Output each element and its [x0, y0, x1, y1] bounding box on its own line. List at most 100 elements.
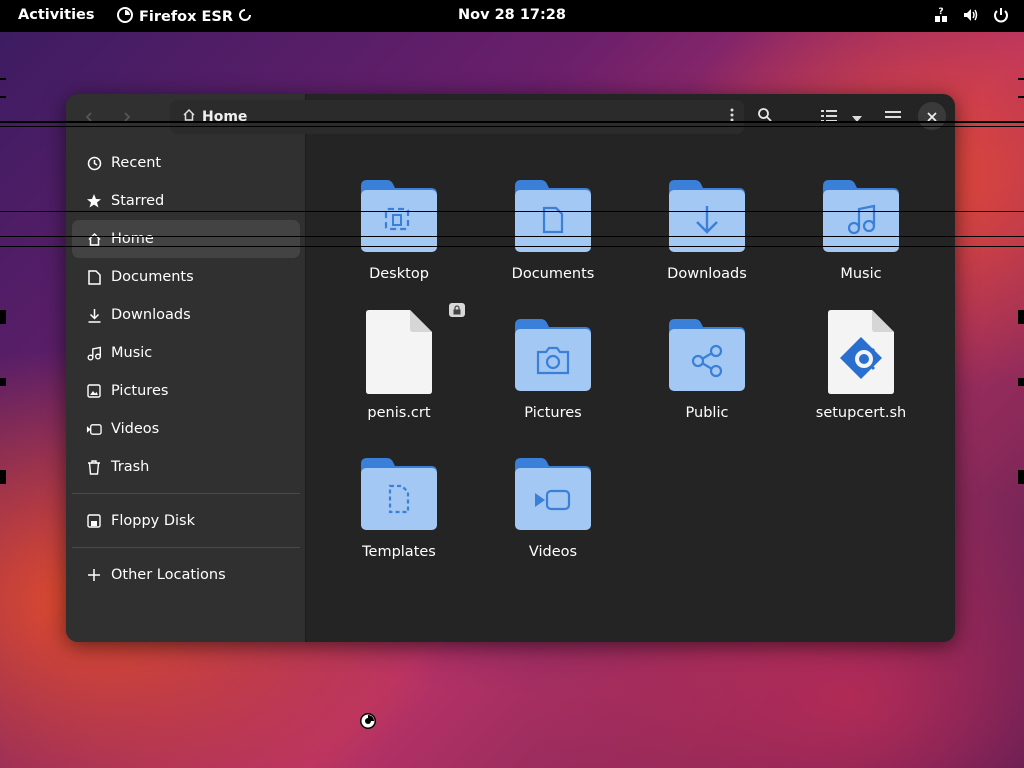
file-label: Templates — [362, 544, 436, 560]
home-icon — [86, 231, 102, 247]
sidebar-item-downloads[interactable]: Downloads — [72, 296, 300, 334]
document-icon — [86, 269, 102, 285]
sidebar-item-label: Pictures — [111, 383, 169, 399]
trash-icon — [86, 459, 102, 475]
path-bar[interactable]: Home — [170, 100, 744, 134]
sidebar-separator — [72, 547, 300, 548]
download-icon — [86, 307, 102, 323]
kebab-menu-icon[interactable] — [730, 108, 734, 126]
glitch-line — [0, 236, 1024, 237]
view-options-button[interactable] — [842, 102, 872, 132]
activities-button[interactable]: Activities — [18, 7, 95, 23]
sidebar-item-label: Floppy Disk — [111, 513, 195, 529]
search-button[interactable] — [750, 102, 780, 132]
sidebar-item-label: Other Locations — [111, 567, 226, 583]
sidebar-item-music[interactable]: Music — [72, 334, 300, 372]
file-item-downloads[interactable]: Downloads — [632, 166, 782, 282]
sidebar-item-label: Videos — [111, 421, 160, 437]
forward-arrow-icon — [121, 108, 133, 127]
status-area[interactable]: ? — [932, 6, 1010, 24]
glitch-line — [0, 96, 6, 98]
script-file-icon — [786, 305, 936, 395]
glitch-line — [1018, 470, 1024, 484]
sidebar-item-trash[interactable]: Trash — [72, 448, 300, 486]
sidebar-item-pictures[interactable]: Pictures — [72, 372, 300, 410]
lock-icon — [449, 303, 465, 317]
header-bar: Home — [66, 94, 955, 140]
folder-videos-icon — [478, 444, 628, 534]
accessibility-icon[interactable]: ? — [932, 6, 950, 24]
glitch-line — [0, 211, 1024, 212]
clock[interactable]: Nov 28 17:28 — [458, 7, 566, 23]
sidebar-item-label: Music — [111, 345, 153, 361]
sidebar-item-label: Home — [111, 231, 154, 247]
glitch-line — [0, 470, 6, 484]
firefox-icon — [117, 7, 133, 27]
back-arrow-icon — [83, 108, 95, 127]
file-label: penis.crt — [367, 405, 431, 421]
sidebar-item-videos[interactable]: Videos — [72, 410, 300, 448]
star-icon — [86, 193, 102, 209]
top-bar: Activities Firefox ESR Nov 28 17:28 ? — [0, 0, 1024, 32]
file-label: Downloads — [667, 266, 747, 282]
sidebar-item-label: Documents — [111, 269, 194, 285]
glitch-line — [0, 121, 1024, 123]
forward-button[interactable] — [112, 102, 142, 132]
sidebar-item-other-locations[interactable]: Other Locations — [72, 556, 300, 594]
loading-spinner-icon — [239, 9, 252, 25]
file-label: Public — [685, 405, 729, 421]
app-menu[interactable]: Firefox ESR — [117, 7, 252, 27]
video-icon — [86, 421, 102, 437]
file-label: Documents — [511, 266, 595, 282]
main-menu-button[interactable] — [878, 102, 908, 132]
volume-icon[interactable] — [962, 6, 980, 24]
file-manager-window: Home Recent Starred Home Documents Downl… — [66, 94, 955, 642]
sidebar-item-home[interactable]: Home — [72, 220, 300, 258]
glitch-line — [0, 126, 1024, 127]
svg-text:?: ? — [938, 7, 943, 17]
file-label: setupcert.sh — [815, 405, 907, 421]
file-item-setupcert-sh[interactable]: setupcert.sh — [786, 305, 936, 421]
file-grid: Desktop Documents Downloads Music penis.… — [307, 140, 955, 642]
floppy-icon — [86, 513, 102, 529]
file-item-music[interactable]: Music — [786, 166, 936, 282]
music-icon — [86, 345, 102, 361]
sidebar-item-starred[interactable]: Starred — [72, 182, 300, 220]
folder-pictures-icon — [478, 305, 628, 395]
search-icon — [757, 107, 773, 127]
file-item-desktop[interactable]: Desktop — [324, 166, 474, 282]
file-item-pictures[interactable]: Pictures — [478, 305, 628, 421]
folder-public-icon — [632, 305, 782, 395]
sidebar-item-label: Starred — [111, 193, 165, 209]
plus-icon — [86, 567, 102, 583]
file-item-videos[interactable]: Videos — [478, 444, 628, 560]
file-item-documents[interactable]: Documents — [478, 166, 628, 282]
power-icon[interactable] — [992, 6, 1010, 24]
file-item-public[interactable]: Public — [632, 305, 782, 421]
home-icon — [182, 108, 196, 126]
app-name: Firefox ESR — [139, 9, 234, 25]
file-item-templates[interactable]: Templates — [324, 444, 474, 560]
list-view-icon — [821, 108, 837, 127]
sidebar-item-recent[interactable]: Recent — [72, 144, 300, 182]
file-label: Pictures — [524, 405, 582, 421]
glitch-line — [0, 310, 6, 324]
view-toggle-button[interactable] — [814, 102, 844, 132]
sidebar-item-floppy-disk[interactable]: Floppy Disk — [72, 502, 300, 540]
glitch-line — [0, 246, 1024, 247]
picture-icon — [86, 383, 102, 399]
sidebar-item-label: Downloads — [111, 307, 191, 323]
back-button[interactable] — [74, 102, 104, 132]
busy-cursor-icon — [359, 712, 377, 734]
glitch-line — [1018, 378, 1024, 386]
file-label: Desktop — [369, 266, 429, 282]
file-label: Videos — [528, 544, 578, 560]
glitch-line — [0, 78, 6, 80]
glitch-line — [1018, 310, 1024, 324]
file-item-penis-crt[interactable]: penis.crt — [324, 305, 474, 421]
hamburger-menu-icon — [885, 108, 901, 127]
chevron-down-icon — [851, 108, 863, 127]
glitch-line — [1018, 78, 1024, 80]
folder-templates-icon — [324, 444, 474, 534]
sidebar-item-documents[interactable]: Documents — [72, 258, 300, 296]
